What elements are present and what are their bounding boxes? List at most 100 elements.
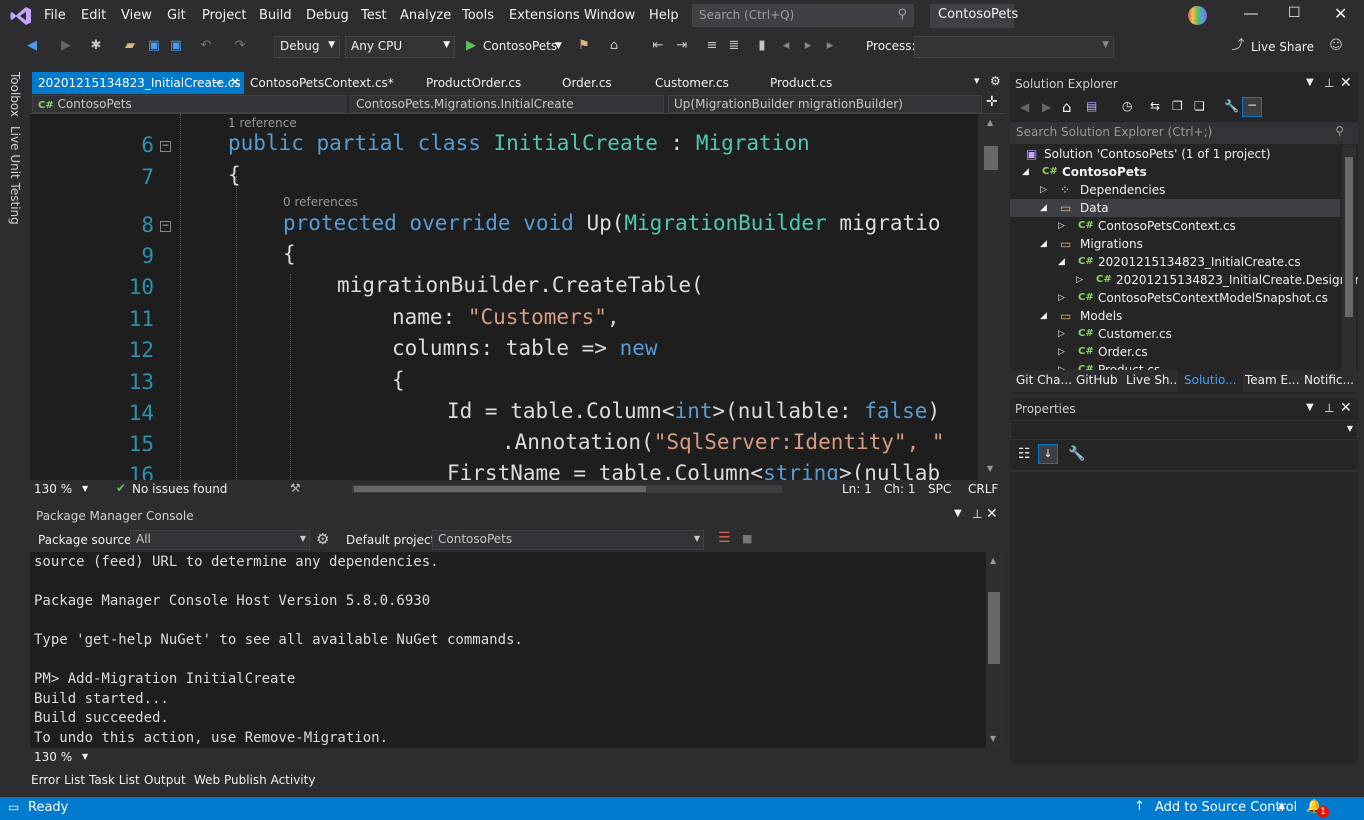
sync-icon[interactable]: ⇆ bbox=[1150, 99, 1160, 113]
chevron-down-icon[interactable]: ▼ bbox=[82, 752, 88, 761]
add-to-source-control-button[interactable]: Add to Source Control bbox=[1155, 800, 1297, 815]
member-dropdown[interactable]: Up(MigrationBuilder migrationBuilder) bbox=[668, 95, 982, 113]
categorized-icon[interactable]: ☷ bbox=[1018, 446, 1031, 462]
scroll-thumb[interactable] bbox=[984, 146, 998, 170]
bookmark-prev-icon[interactable]: ◂ bbox=[778, 38, 794, 54]
tab-customer[interactable]: Customer.cs bbox=[649, 72, 735, 94]
preview-icon[interactable]: − bbox=[1242, 97, 1262, 117]
tab-productorder[interactable]: ProductOrder.cs bbox=[420, 72, 527, 94]
tab-solution-explorer[interactable]: Solutio... bbox=[1178, 370, 1243, 392]
menu-view[interactable]: View bbox=[121, 8, 152, 23]
pin-icon[interactable]: ⊥ bbox=[1324, 401, 1334, 415]
menu-build[interactable]: Build bbox=[259, 8, 292, 23]
tree-item-file[interactable]: ▷ C# Order.cs bbox=[1010, 343, 1340, 361]
alphabetical-icon[interactable]: ↓ bbox=[1038, 444, 1058, 464]
collapse-icon[interactable]: − bbox=[160, 141, 171, 152]
tab-team-explorer[interactable]: Team E... bbox=[1245, 373, 1300, 387]
menu-help[interactable]: Help bbox=[649, 8, 679, 23]
tab-live-share[interactable]: Live Sh... bbox=[1126, 373, 1181, 387]
pin-icon[interactable]: ⊥ bbox=[1324, 76, 1334, 90]
tab-git-changes[interactable]: Git Cha... bbox=[1016, 373, 1072, 387]
clear-console-icon[interactable]: ☰ bbox=[718, 530, 731, 546]
process-select[interactable]: ▼ bbox=[914, 36, 1114, 58]
configuration-select[interactable]: Debug ▼ bbox=[274, 36, 340, 58]
tab-order[interactable]: Order.cs bbox=[556, 72, 618, 94]
menu-extensions[interactable]: Extensions bbox=[509, 8, 580, 23]
close-icon[interactable]: ✕ bbox=[1340, 400, 1352, 416]
feedback-icon[interactable]: ☺ bbox=[1328, 38, 1344, 54]
solution-search-input[interactable]: Search Solution Explorer (Ctrl+;) ⚲ bbox=[1010, 122, 1358, 144]
pmc-console-output[interactable]: source (feed) URL to determine any depen… bbox=[30, 552, 986, 748]
tab-product[interactable]: Product.cs bbox=[764, 72, 838, 94]
back-icon[interactable]: ◀ bbox=[1020, 100, 1029, 114]
run-target-label[interactable]: ContosoPets bbox=[483, 39, 557, 53]
redo-icon[interactable]: ↷ bbox=[232, 38, 248, 54]
forward-icon[interactable]: ▶ bbox=[58, 38, 74, 54]
scroll-down-icon[interactable]: ▼ bbox=[990, 734, 996, 743]
issues-status[interactable]: No issues found bbox=[132, 482, 227, 496]
scroll-thumb[interactable] bbox=[1345, 157, 1353, 317]
toolbox-tab[interactable]: Toolbox bbox=[8, 72, 22, 117]
tab-web-publish-activity[interactable]: Web Publish Activity bbox=[194, 773, 315, 787]
tab-output[interactable]: Output bbox=[144, 773, 186, 787]
tree-item-file[interactable]: ▷ C# Customer.cs bbox=[1010, 325, 1340, 343]
menu-project[interactable]: Project bbox=[202, 8, 246, 23]
brush-icon[interactable]: ⚒ bbox=[290, 481, 301, 495]
hot-reload-icon[interactable]: ⚑ bbox=[576, 38, 592, 54]
column-indicator[interactable]: Ch: 1 bbox=[884, 482, 915, 496]
close-icon[interactable]: ✕ bbox=[986, 506, 998, 522]
tree-item-file[interactable]: ▷ C# ContosoPetsContextModelSnapshot.cs bbox=[1010, 289, 1340, 307]
codelens-references[interactable]: 1 reference bbox=[228, 116, 297, 130]
pmc-vertical-scrollbar[interactable]: ▲ ▼ bbox=[986, 552, 1004, 748]
tab-list-icon[interactable]: ▾ bbox=[974, 74, 980, 87]
switch-views-icon[interactable]: ▤ bbox=[1086, 99, 1097, 113]
format-icon[interactable]: ⇥ bbox=[674, 38, 690, 54]
bookmark-next-icon[interactable]: ▸ bbox=[800, 38, 816, 54]
package-source-select[interactable]: All ▼ bbox=[130, 530, 310, 550]
platform-select[interactable]: Any CPU ▼ bbox=[345, 36, 455, 58]
tab-notifications[interactable]: Notific... bbox=[1304, 373, 1354, 387]
chevron-up-icon[interactable]: ▲ bbox=[1278, 801, 1285, 811]
step-icon[interactable]: ⇤ bbox=[650, 38, 666, 54]
type-dropdown[interactable]: ContosoPets.Migrations.InitialCreate bbox=[350, 95, 664, 113]
close-icon[interactable]: ✕ bbox=[1340, 75, 1352, 91]
line-ending-indicator[interactable]: CRLF bbox=[968, 482, 998, 496]
zoom-level[interactable]: 130 % bbox=[34, 750, 72, 764]
open-folder-icon[interactable]: ▰ bbox=[122, 38, 138, 54]
menu-edit[interactable]: Edit bbox=[81, 8, 106, 23]
tree-item-models-folder[interactable]: ◢ ▭ Models bbox=[1010, 307, 1340, 325]
code-editor[interactable]: − − 1 reference 0 references 6 7 8 9 10 … bbox=[30, 114, 978, 480]
pin-icon[interactable]: ⊸ bbox=[212, 76, 221, 89]
menu-analyze[interactable]: Analyze bbox=[400, 8, 451, 23]
tree-item-solution[interactable]: ▣ Solution 'ContosoPets' (1 of 1 project) bbox=[1010, 145, 1340, 163]
window-menu-icon[interactable]: ▼ bbox=[954, 508, 962, 519]
show-all-files-icon[interactable]: ❏ bbox=[1194, 99, 1205, 113]
live-share-icon[interactable]: ⤴ bbox=[1230, 38, 1246, 54]
tree-item-file[interactable]: ◢ C# 20201215134823_InitialCreate.cs bbox=[1010, 253, 1340, 271]
whitespace-indicator[interactable]: SPC bbox=[928, 482, 951, 496]
menu-file[interactable]: File bbox=[44, 8, 66, 23]
upload-icon[interactable]: ↑ bbox=[1134, 799, 1145, 814]
menu-test[interactable]: Test bbox=[361, 8, 387, 23]
project-dropdown[interactable]: C# ContosoPets bbox=[32, 95, 346, 113]
bookmark-icon[interactable]: ▮ bbox=[754, 38, 770, 54]
tree-vertical-scrollbar[interactable] bbox=[1342, 145, 1356, 371]
line-indicator[interactable]: Ln: 1 bbox=[842, 482, 872, 496]
tree-item-dependencies[interactable]: ▷ ⁘ Dependencies bbox=[1010, 181, 1340, 199]
new-project-icon[interactable]: ✱ bbox=[88, 38, 104, 54]
scroll-thumb[interactable] bbox=[354, 486, 646, 492]
horizontal-scrollbar[interactable] bbox=[352, 485, 782, 493]
tree-item-file[interactable]: ▷ C# ContosoPetsContext.cs bbox=[1010, 217, 1340, 235]
menu-git[interactable]: Git bbox=[167, 8, 186, 23]
save-all-icon[interactable]: ▣ bbox=[168, 38, 184, 54]
home-icon[interactable]: ⌂ bbox=[1062, 98, 1072, 116]
avatar[interactable] bbox=[1188, 6, 1207, 25]
tab-github[interactable]: GitHub bbox=[1076, 373, 1118, 387]
close-icon[interactable]: ✕ bbox=[1334, 4, 1347, 23]
tree-item-file[interactable]: ▷ C# 20201215134823_InitialCreate.Designer… bbox=[1010, 271, 1358, 289]
history-icon[interactable]: ◷ bbox=[1122, 99, 1132, 113]
codelens-references[interactable]: 0 references bbox=[283, 195, 358, 209]
maximize-icon[interactable]: ☐ bbox=[1288, 5, 1301, 21]
settings-icon[interactable]: ⚙ bbox=[316, 530, 329, 548]
uncomment-icon[interactable]: ≣ bbox=[726, 38, 742, 54]
